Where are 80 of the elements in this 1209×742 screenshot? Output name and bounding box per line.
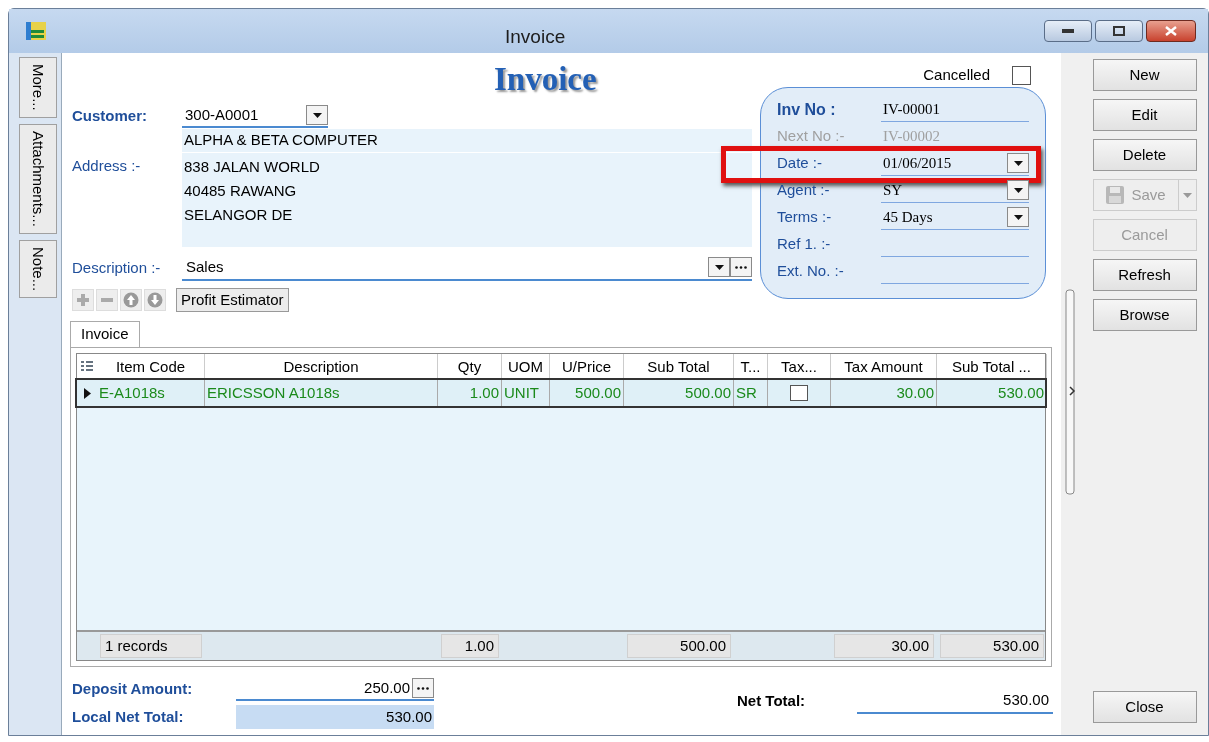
action-button[interactable]: New — [1092, 59, 1197, 91]
field-label: Date :- — [777, 153, 823, 174]
caret-icon — [312, 112, 322, 118]
table-cell: SR — [734, 380, 768, 406]
ellipsis-button[interactable] — [412, 678, 434, 698]
action-button[interactable]: Browse — [1092, 299, 1197, 331]
address-field[interactable]: 838 JALAN WORLD 40485 RAWANG SELANGOR DE — [182, 153, 752, 247]
window-title: Invoice — [505, 25, 566, 49]
net-total-label: Net Total: — [737, 690, 807, 711]
tax-checkbox[interactable] — [790, 385, 808, 401]
cancelled-label: Cancelled — [923, 64, 990, 85]
table-cell: 530.00 — [937, 380, 1047, 406]
close-button[interactable] — [1146, 20, 1196, 42]
footer-cell: 1.00 — [441, 634, 499, 658]
info-field[interactable]: IV-00001 — [881, 97, 1029, 122]
description-field[interactable]: Sales — [182, 255, 752, 281]
tab[interactable]: Invoice — [70, 321, 140, 347]
net-total-field[interactable]: 530.00 — [857, 688, 1053, 714]
table-cell: E-A1018s — [97, 380, 205, 406]
footer-cell: 30.00 — [834, 634, 934, 658]
row-pointer-icon — [83, 387, 91, 399]
customer-label: Customer: — [72, 105, 148, 126]
table-cell: 1.00 — [438, 380, 502, 406]
table-cell: 500.00 — [550, 380, 624, 406]
action-button[interactable]: Refresh — [1092, 259, 1197, 291]
app-icon — [25, 20, 47, 42]
caret-icon — [1182, 192, 1192, 198]
footer-cell: 500.00 — [627, 634, 731, 658]
maximize-button[interactable] — [1095, 20, 1143, 42]
dropdown-button[interactable] — [1007, 180, 1029, 200]
deposit-field[interactable]: 250.00 — [236, 677, 434, 701]
dropdown-button[interactable] — [1007, 153, 1029, 173]
field-label: Ref 1. :- — [777, 234, 832, 255]
field-label: Ext. No. :- — [777, 261, 845, 282]
address-label: Address :- — [72, 156, 142, 176]
minimize-button[interactable] — [1044, 20, 1092, 42]
caret-icon — [1013, 214, 1023, 220]
field-label: Inv No : — [777, 99, 837, 120]
table-cell: UNIT — [502, 380, 550, 406]
plus-icon — [75, 292, 91, 308]
caret-icon — [1013, 160, 1023, 166]
close-form-button[interactable]: Close — [1092, 691, 1197, 723]
side-tab[interactable]: More... — [19, 57, 57, 118]
side-tab[interactable]: Note... — [19, 239, 57, 298]
description-label: Description :- — [72, 257, 162, 278]
maximize-icon — [1113, 26, 1125, 36]
close-icon — [1165, 26, 1177, 36]
dropdown-button[interactable] — [1007, 207, 1029, 227]
table-cell: ERICSSON A1018s — [205, 380, 438, 406]
info-field[interactable]: 45 Days — [881, 205, 1029, 230]
ellipsis-button[interactable] — [730, 257, 752, 277]
form-heading: Invoice — [494, 60, 597, 99]
move-up-button[interactable] — [120, 289, 142, 311]
action-button[interactable]: Delete — [1092, 139, 1197, 171]
ellipsis-icon — [417, 686, 429, 690]
info-field[interactable]: SY — [881, 178, 1029, 203]
profit-estimator-button[interactable]: Profit Estimator — [176, 288, 289, 312]
field-label: Agent :- — [777, 180, 831, 201]
deposit-label: Deposit Amount: — [72, 678, 194, 699]
local-net-total-label: Local Net Total: — [72, 706, 185, 727]
field-label: Next No :- — [777, 126, 846, 147]
dropdown-button[interactable] — [708, 257, 730, 277]
ellipsis-icon — [735, 265, 747, 269]
field-label: Terms :- — [777, 207, 833, 228]
table-cell: 500.00 — [624, 380, 734, 406]
column-chooser-icon[interactable] — [81, 361, 93, 373]
table-cell: 30.00 — [831, 380, 937, 406]
minimize-icon — [1062, 29, 1074, 33]
dropdown-button[interactable] — [306, 105, 328, 125]
move-down-button[interactable] — [144, 289, 166, 311]
caret-icon — [1013, 187, 1023, 193]
caret-icon — [714, 264, 724, 270]
footer-cell: 1 records — [100, 634, 202, 658]
info-field[interactable]: 01/06/2015 — [881, 151, 1029, 176]
local-net-total-field[interactable]: 530.00 — [236, 705, 434, 729]
side-tab[interactable]: Attachments... — [19, 123, 57, 234]
company-name-field[interactable]: ALPHA & BETA COMPUTER — [182, 129, 752, 153]
cancelled-checkbox[interactable] — [1012, 65, 1031, 85]
footer-cell: 530.00 — [940, 634, 1044, 658]
action-button[interactable]: Edit — [1092, 99, 1197, 131]
